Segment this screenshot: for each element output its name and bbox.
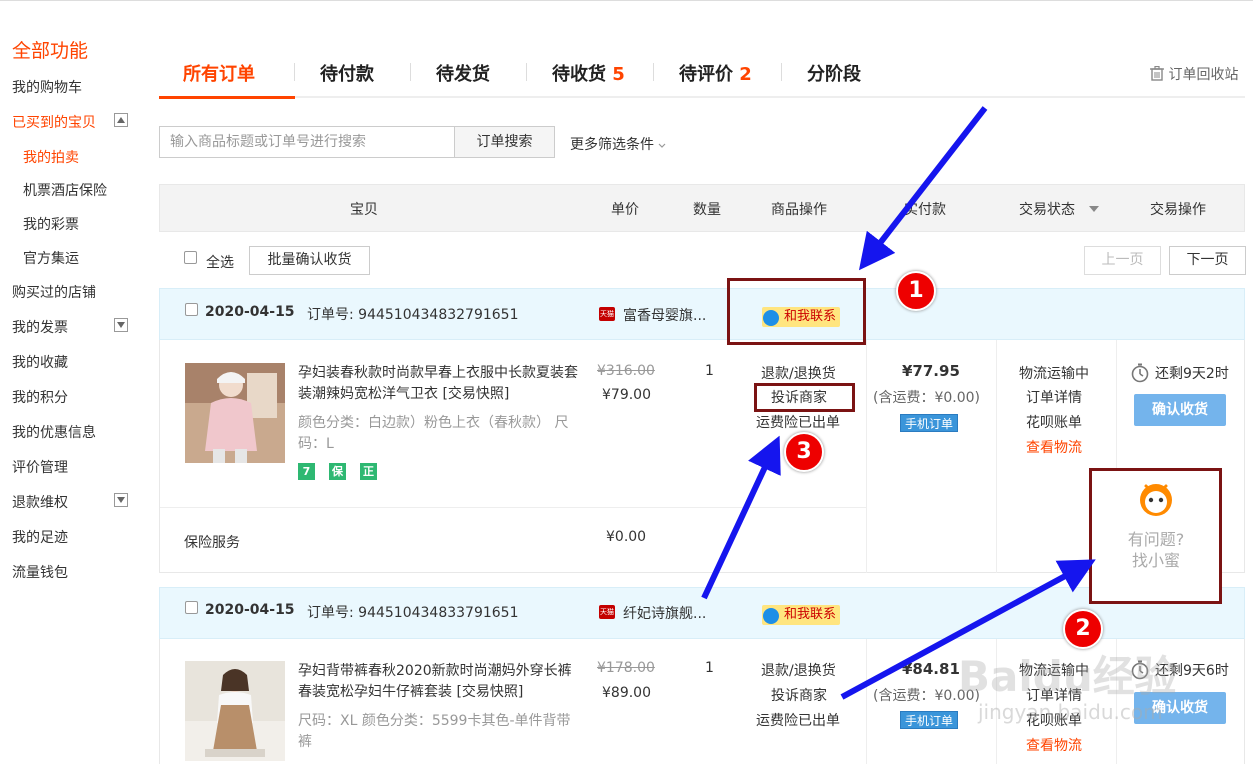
- watermark-logo: Baidu经验: [958, 652, 1177, 701]
- annotation-arrow-1: [858, 106, 988, 271]
- watermark-url: jingyan.baidu.com: [978, 700, 1163, 724]
- annotation-arrow-3: [701, 435, 781, 600]
